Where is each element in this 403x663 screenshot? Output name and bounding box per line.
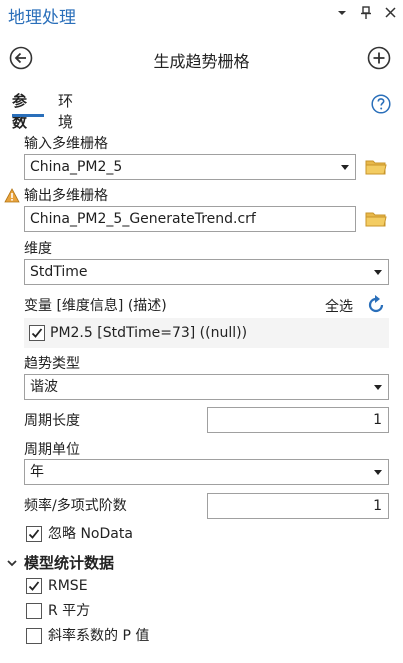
cycle-unit-dropdown[interactable]: 年 <box>24 459 389 485</box>
cycle-length-label: 周期长度 <box>24 413 80 429</box>
frequency-label: 频率/多项式阶数 <box>24 498 127 514</box>
help-button[interactable] <box>371 94 391 114</box>
trend-type-value: 谐波 <box>30 379 58 395</box>
checkmark-icon <box>28 529 40 539</box>
frequency-input[interactable]: 1 <box>207 493 389 519</box>
close-icon[interactable] <box>383 6 397 22</box>
ignore-nodata-label: 忽略 NoData <box>48 526 133 542</box>
ignore-nodata-checkbox[interactable] <box>26 526 42 542</box>
help-icon <box>371 94 391 114</box>
warning-icon <box>4 188 20 204</box>
output-raster-label: 输出多维栅格 <box>24 188 108 204</box>
output-raster-field[interactable]: China_PM2_5_GenerateTrend.crf <box>24 206 356 232</box>
variable-list: PM2.5 [StdTime=73] ((null)) <box>24 318 389 348</box>
dimension-value: StdTime <box>30 264 88 280</box>
tool-title: 生成趋势栅格 <box>153 52 250 71</box>
checkmark-icon <box>28 581 40 591</box>
input-raster-value: China_PM2_5 <box>30 159 123 175</box>
pane-menu-dropdown-icon[interactable] <box>335 6 349 22</box>
model-stats-header: 模型统计数据 <box>24 554 115 572</box>
section-collapse-toggle[interactable] <box>6 554 20 568</box>
add-icon <box>367 46 391 70</box>
output-raster-value: China_PM2_5_GenerateTrend.crf <box>30 211 256 227</box>
dimension-dropdown[interactable]: StdTime <box>24 259 389 285</box>
chevron-down-icon <box>374 270 382 275</box>
trend-type-label: 趋势类型 <box>24 356 80 372</box>
select-all-link[interactable]: 全选 <box>325 296 353 316</box>
pane-controls <box>335 6 397 22</box>
pin-icon[interactable] <box>359 6 373 22</box>
r-squared-label: R 平方 <box>48 603 91 619</box>
input-browse-button[interactable] <box>365 158 387 176</box>
slope-p-value-label: 斜率系数的 P 值 <box>48 628 150 644</box>
pane-title: 地理处理 <box>8 8 76 28</box>
tab-parameters[interactable]: 参数 <box>12 90 27 132</box>
variable-item-label: PM2.5 [StdTime=73] ((null)) <box>50 325 248 341</box>
add-button[interactable] <box>367 46 391 70</box>
cycle-unit-label: 周期单位 <box>24 442 80 458</box>
r-squared-checkbox[interactable] <box>26 603 42 619</box>
rmse-checkbox[interactable] <box>26 578 42 594</box>
rmse-label: RMSE <box>48 578 88 594</box>
input-raster-dropdown[interactable]: China_PM2_5 <box>24 154 356 180</box>
dimension-label: 维度 <box>24 241 52 257</box>
chevron-down-icon <box>341 165 349 170</box>
folder-icon <box>365 212 387 227</box>
input-raster-label: 输入多维栅格 <box>24 136 108 152</box>
slope-p-value-checkbox[interactable] <box>26 628 42 644</box>
pane-title-bar: 地理处理 <box>0 0 403 30</box>
refresh-button[interactable] <box>365 294 387 316</box>
output-browse-button[interactable] <box>365 210 387 228</box>
checkmark-icon <box>31 328 43 338</box>
cycle-length-input[interactable]: 1 <box>207 407 389 433</box>
chevron-down-icon <box>374 385 382 390</box>
variable-checkbox[interactable] <box>29 325 45 341</box>
refresh-icon <box>368 295 384 313</box>
tab-environments[interactable]: 环境 <box>58 90 73 132</box>
trend-type-dropdown[interactable]: 谐波 <box>24 374 389 400</box>
folder-icon <box>365 160 387 175</box>
cycle-unit-value: 年 <box>30 464 44 480</box>
active-tab-indicator <box>12 114 44 117</box>
chevron-down-icon <box>7 560 17 567</box>
tool-header: 生成趋势栅格 <box>0 40 403 76</box>
chevron-down-icon <box>374 470 382 475</box>
